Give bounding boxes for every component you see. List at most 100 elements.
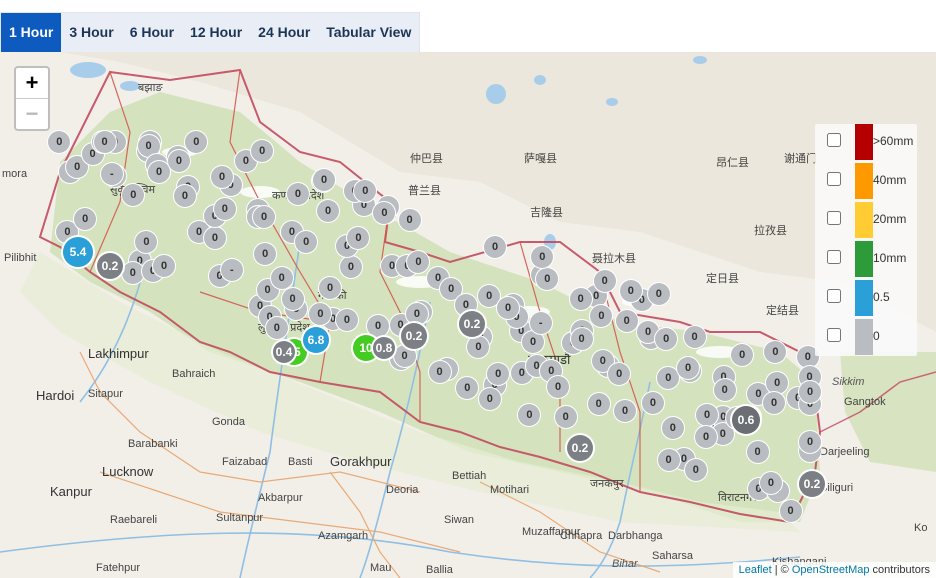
legend-row: 40mm — [815, 163, 917, 201]
station-marker[interactable]: 0 — [683, 325, 706, 348]
station-marker[interactable]: 0 — [398, 208, 421, 231]
station-marker[interactable]: 0 — [253, 205, 276, 228]
legend-checkbox[interactable] — [827, 250, 841, 264]
station-marker[interactable]: 0 — [173, 185, 196, 208]
attribution-suffix: contributors — [869, 564, 930, 576]
tab-6-hour[interactable]: 6 Hour — [122, 13, 182, 53]
station-marker[interactable]: 0 — [657, 366, 680, 389]
place-label: Gorakhpur — [330, 454, 392, 469]
station-marker[interactable]: 0 — [487, 362, 510, 385]
station-marker-featured[interactable]: 6.8 — [303, 327, 329, 353]
station-marker[interactable]: 0 — [619, 279, 642, 302]
station-marker[interactable]: - — [100, 162, 123, 185]
legend-swatch — [855, 241, 873, 277]
station-marker[interactable]: 0 — [335, 308, 358, 331]
legend-checkbox[interactable] — [827, 328, 841, 342]
rainfall-map[interactable]: + − बझाङसुदूरपश्चिमकर्णाली प्रदेशलुम्बिन… — [0, 52, 936, 578]
station-marker[interactable]: 0 — [779, 499, 802, 522]
place-label: Saharsa — [652, 550, 693, 562]
station-marker[interactable]: 0 — [655, 327, 678, 350]
station-marker[interactable]: - — [220, 259, 243, 282]
station-marker[interactable]: 0 — [759, 471, 782, 494]
station-marker[interactable]: 0 — [74, 207, 97, 230]
station-marker[interactable]: 0 — [339, 255, 362, 278]
station-marker[interactable]: 0 — [167, 149, 190, 172]
station-marker[interactable]: 0 — [587, 393, 610, 416]
station-marker[interactable]: 0 — [153, 254, 176, 277]
legend-swatch — [855, 202, 873, 238]
station-marker[interactable]: 0 — [647, 282, 670, 305]
station-marker[interactable]: 0 — [265, 316, 288, 339]
station-marker[interactable]: 0 — [731, 343, 754, 366]
osm-link[interactable]: OpenStreetMap — [792, 564, 870, 576]
station-marker[interactable]: 0 — [405, 302, 428, 325]
place-label: Sultanpur — [216, 512, 264, 524]
station-marker[interactable]: 0 — [270, 266, 293, 289]
station-marker-featured[interactable]: 0.2 — [799, 471, 825, 497]
station-marker[interactable]: 0 — [570, 327, 593, 350]
leaflet-link[interactable]: Leaflet — [739, 564, 772, 576]
station-marker[interactable]: 0 — [641, 391, 664, 414]
station-marker[interactable]: 0 — [799, 380, 821, 403]
station-marker[interactable]: 0 — [763, 391, 786, 414]
station-marker[interactable]: 0 — [766, 371, 789, 394]
station-marker[interactable]: 0 — [684, 459, 707, 482]
station-marker[interactable]: 0 — [590, 304, 613, 327]
station-marker-featured[interactable]: 5.4 — [63, 237, 93, 267]
station-marker-featured[interactable]: 0.4 — [273, 341, 295, 363]
station-marker[interactable]: 0 — [478, 388, 501, 411]
legend-checkbox[interactable] — [827, 172, 841, 186]
station-marker-featured[interactable]: 0.2 — [401, 323, 427, 349]
station-marker[interactable]: 0 — [661, 416, 684, 439]
station-marker-featured[interactable]: 0.8 — [373, 337, 395, 359]
station-marker[interactable]: 0 — [593, 270, 616, 293]
station-marker[interactable]: 0 — [428, 360, 451, 383]
station-marker[interactable]: 0 — [281, 288, 304, 311]
station-marker-featured[interactable]: 0.2 — [459, 311, 485, 337]
station-marker[interactable]: 0 — [121, 261, 144, 284]
station-marker[interactable]: 0 — [347, 226, 370, 249]
legend-checkbox[interactable] — [827, 133, 841, 147]
station-marker[interactable]: 0 — [93, 131, 116, 153]
station-marker[interactable]: 0 — [547, 375, 570, 398]
station-marker[interactable]: 0 — [148, 160, 171, 183]
station-marker[interactable]: 0 — [373, 201, 396, 224]
place-label: Deoria — [386, 484, 419, 496]
station-marker[interactable]: 0 — [211, 165, 234, 188]
tab-24-hour[interactable]: 24 Hour — [250, 13, 318, 53]
tab-1-hour[interactable]: 1 Hour — [1, 13, 62, 53]
station-marker[interactable]: 0 — [569, 287, 592, 310]
station-marker[interactable]: 0 — [407, 250, 430, 273]
legend-row: >60mm — [815, 124, 917, 162]
legend-checkbox[interactable] — [827, 289, 841, 303]
tab-tabular-view[interactable]: Tabular View — [318, 13, 419, 53]
station-marker[interactable]: - — [529, 312, 552, 335]
place-label: Pilibhit — [4, 252, 37, 264]
place-label: 定日县 — [706, 273, 739, 285]
zoom-in-button[interactable]: + — [16, 68, 48, 98]
station-marker[interactable]: 0 — [614, 399, 637, 422]
legend-swatch — [855, 163, 873, 199]
station-marker[interactable]: 0 — [746, 440, 769, 463]
station-marker-featured[interactable]: 0.2 — [567, 435, 593, 461]
station-marker[interactable]: 0 — [615, 310, 638, 333]
station-marker-featured[interactable]: 0.6 — [732, 406, 760, 434]
place-label: Fatehpur — [96, 562, 141, 574]
place-label: Kanpur — [50, 484, 92, 499]
station-marker[interactable]: 0 — [677, 356, 700, 379]
station-marker[interactable]: 0 — [554, 405, 577, 428]
station-marker[interactable]: 0 — [497, 296, 520, 319]
station-marker-featured[interactable]: 0.2 — [97, 253, 123, 279]
tab-3-hour[interactable]: 3 Hour — [61, 13, 121, 53]
map-attribution: Leaflet | © OpenStreetMap contributors — [732, 562, 936, 578]
tab-12-hour[interactable]: 12 Hour — [182, 13, 250, 53]
legend-checkbox[interactable] — [827, 211, 841, 225]
station-marker[interactable]: 0 — [203, 226, 226, 249]
legend-label: 40mm — [873, 173, 907, 187]
zoom-out-button[interactable]: − — [16, 98, 48, 129]
station-marker[interactable]: 0 — [713, 379, 736, 402]
station-marker[interactable]: 0 — [657, 449, 680, 472]
station-marker[interactable]: 0 — [696, 403, 719, 426]
station-marker[interactable]: 0 — [135, 230, 158, 253]
place-label: Akbarpur — [258, 492, 303, 504]
